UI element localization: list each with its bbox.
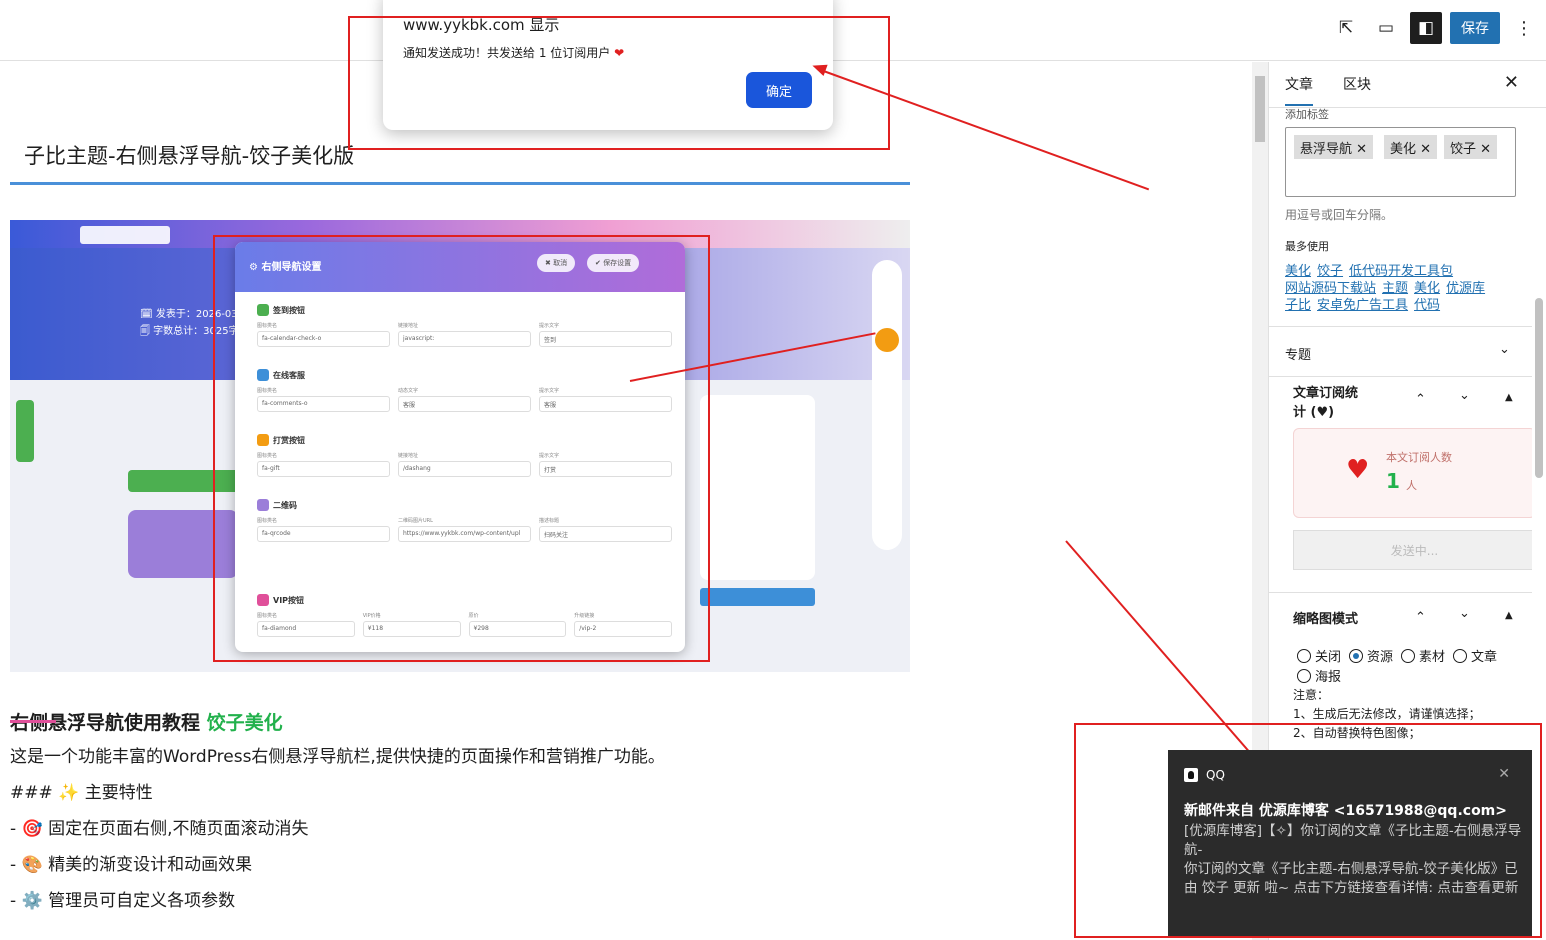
tag-chip[interactable]: 饺子 ✕	[1444, 135, 1498, 159]
image-logo	[80, 226, 170, 244]
tag-label: 添加标签	[1285, 108, 1329, 121]
subscriber-unit: 人	[1406, 479, 1417, 492]
note-line-1: 1、生成后无法修改，请谨慎选择；	[1293, 707, 1481, 721]
annotation-box-toast	[1074, 723, 1542, 938]
chevron-down-icon[interactable]: ⌄	[1499, 342, 1510, 357]
heading-main: 右侧悬浮导航使用教程	[10, 712, 201, 734]
collapse-icon[interactable]: ▲	[1505, 610, 1513, 621]
post-title[interactable]: 子比主题-右侧悬浮导航-饺子美化版	[24, 140, 354, 170]
most-used-tag[interactable]: 优源库	[1446, 281, 1485, 296]
most-used-row-3: 子比 安卓免广告工具 代码	[1285, 294, 1446, 313]
most-used-tag[interactable]: 子比	[1285, 298, 1311, 313]
more-options-icon[interactable]: ⋮	[1508, 12, 1540, 44]
panel-subscribe-title[interactable]: 文章订阅统 计 (♥)	[1293, 382, 1358, 420]
post-image[interactable]: 🗓 发表于：2026-03- 🗐 字数总计：3025字 ⚙ 右侧导航设置 ✖ 取…	[10, 220, 910, 672]
remove-tag-icon[interactable]: ✕	[1480, 142, 1491, 157]
note-title: 注意：	[1293, 688, 1330, 702]
tab-post[interactable]: 文章	[1285, 74, 1313, 106]
most-used-label: 最多使用	[1285, 240, 1329, 253]
image-annotation-box	[213, 235, 710, 662]
panel-thumbnail-title[interactable]: 缩略图模式	[1293, 608, 1358, 627]
heading-accent: 饺子美化	[206, 712, 283, 734]
divider	[1269, 376, 1533, 377]
collapse-icon[interactable]: ▲	[1505, 392, 1513, 403]
image-settings-dot	[875, 328, 899, 352]
external-link-icon[interactable]: ⇱	[1330, 12, 1362, 44]
radio-poster[interactable]	[1297, 668, 1311, 683]
sidebar-tabs: 文章 区块 ✕	[1269, 62, 1546, 108]
settings-sidebar-toggle-icon[interactable]: ◧	[1410, 12, 1442, 44]
remove-tag-icon[interactable]: ✕	[1356, 142, 1367, 157]
radio-article[interactable]	[1453, 648, 1468, 663]
feature-item-3[interactable]: - ⚙️ 管理员可自定义各项参数	[10, 886, 235, 911]
tag-help-text: 用逗号或回车分隔。	[1285, 208, 1394, 222]
radio-off[interactable]	[1297, 648, 1311, 663]
subscriber-stats-card: ♥ 本文订阅人数 1 人	[1293, 428, 1536, 518]
image-side-tab	[16, 400, 34, 462]
feature-item-2[interactable]: - 🎨 精美的渐变设计和动画效果	[10, 850, 252, 875]
image-blue-button	[700, 588, 815, 606]
close-icon[interactable]: ✕	[1504, 72, 1519, 93]
radio-resource[interactable]	[1349, 648, 1364, 663]
tag-input[interactable]: 悬浮导航 ✕ 美化 ✕ 饺子 ✕	[1285, 127, 1516, 197]
most-used-tag[interactable]: 代码	[1414, 298, 1440, 313]
image-right-nav	[872, 260, 902, 550]
thumbnail-mode-options-2: 海报	[1293, 666, 1341, 685]
move-down-icon[interactable]: ⌄	[1459, 388, 1470, 403]
editor-scrollbar-thumb[interactable]	[1255, 76, 1265, 142]
save-button[interactable]: 保存	[1450, 12, 1500, 44]
subscriber-count: 1	[1386, 469, 1400, 493]
feature-item-1[interactable]: - 🎯 固定在页面右侧,不随页面滚动消失	[10, 814, 309, 839]
tab-block[interactable]: 区块	[1343, 74, 1371, 94]
device-preview-icon[interactable]: ▭	[1370, 12, 1402, 44]
paragraph-features-heading[interactable]: ### ✨ 主要特性	[10, 778, 153, 803]
subscriber-label: 本文订阅人数	[1386, 451, 1452, 464]
move-down-icon[interactable]: ⌄	[1459, 606, 1470, 621]
tag-chip[interactable]: 悬浮导航 ✕	[1294, 135, 1374, 159]
sidebar-scrollbar-thumb[interactable]	[1535, 298, 1543, 478]
title-divider	[10, 182, 910, 185]
divider	[1269, 592, 1533, 593]
move-up-icon[interactable]: ⌃	[1415, 392, 1426, 407]
most-used-tag[interactable]: 安卓免广告工具	[1317, 298, 1408, 313]
heading-mark	[10, 720, 56, 723]
remove-tag-icon[interactable]: ✕	[1420, 142, 1431, 157]
divider	[1269, 326, 1533, 327]
thumbnail-mode-options: 关闭 资源 素材 文章	[1293, 646, 1497, 665]
send-notification-button[interactable]: 发送中...	[1293, 530, 1536, 570]
annotation-box-alert	[348, 16, 890, 150]
tag-chip[interactable]: 美化 ✕	[1384, 135, 1438, 159]
heart-icon: ♥	[1346, 455, 1370, 485]
image-profile-card	[700, 395, 815, 580]
panel-topic-title[interactable]: 专题	[1285, 344, 1311, 363]
radio-material[interactable]	[1401, 648, 1416, 663]
paragraph-intro[interactable]: 这是一个功能丰富的WordPress右侧悬浮导航栏,提供快捷的页面操作和营销推广…	[10, 742, 665, 767]
move-up-icon[interactable]: ⌃	[1415, 610, 1426, 625]
